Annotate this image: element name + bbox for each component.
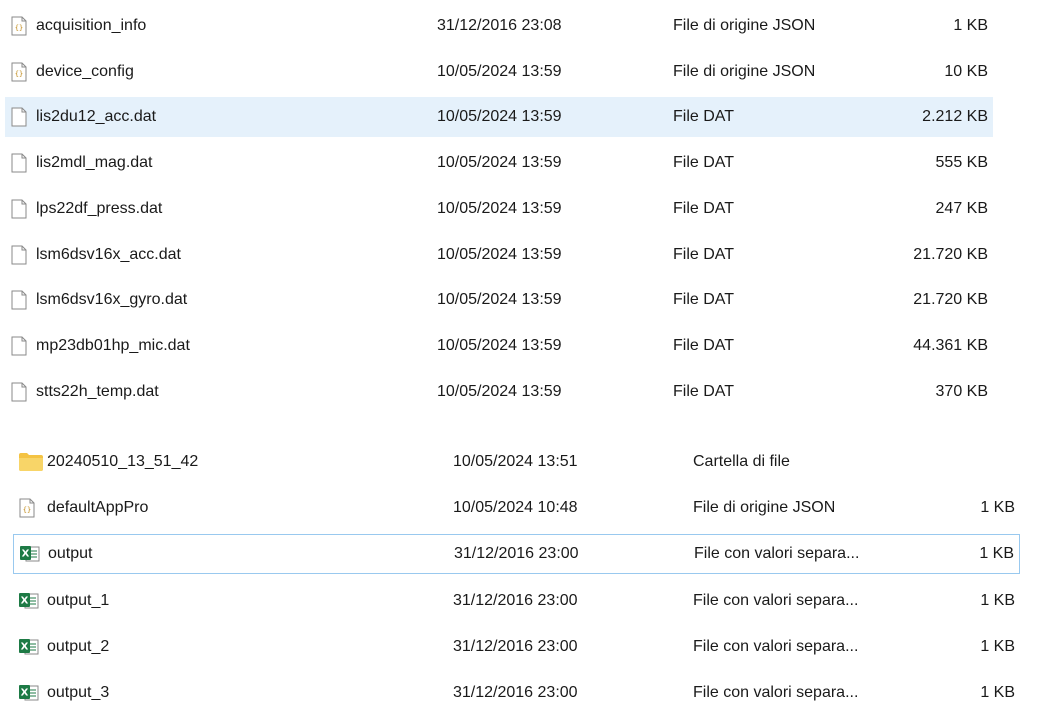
svg-text:X: X bbox=[22, 549, 30, 560]
generic-file-icon bbox=[11, 245, 27, 265]
file-modified-date: 31/12/2016 23:00 bbox=[454, 545, 579, 562]
file-size: 555 KB bbox=[935, 154, 988, 171]
svg-text:X: X bbox=[21, 688, 29, 699]
file-type: File DAT bbox=[673, 383, 735, 400]
file-type: File DAT bbox=[673, 200, 735, 217]
file-name: acquisition_info bbox=[36, 17, 147, 34]
file-modified-date: 10/05/2024 10:48 bbox=[453, 499, 578, 516]
file-type: File DAT bbox=[673, 154, 735, 171]
file-type: File di origine JSON bbox=[673, 63, 816, 80]
file-row[interactable]: lis2mdl_mag.dat 10/05/2024 13:59 File DAT 5… bbox=[5, 143, 993, 183]
file-size: 1 KB bbox=[953, 17, 988, 34]
file-row[interactable]: {} device_config 10/05/2024 13:59 File di o… bbox=[5, 52, 993, 92]
file-type: File di origine JSON bbox=[693, 499, 836, 516]
svg-text:{}: {} bbox=[15, 24, 23, 32]
file-row[interactable]: {} defaultAppPro 10/05/2024 10:48 File di o… bbox=[13, 488, 1020, 528]
file-row[interactable]: Xoutput_3 31/12/2016 23:00 File con valori… bbox=[13, 673, 1020, 713]
file-size: 2.212 KB bbox=[922, 108, 988, 125]
file-type: File con valori separa... bbox=[694, 545, 860, 562]
file-size: 370 KB bbox=[935, 383, 988, 400]
file-row[interactable]: {} acquisition_info 31/12/2016 23:08 File d… bbox=[5, 6, 993, 46]
file-name: lis2mdl_mag.dat bbox=[36, 154, 153, 171]
excel-csv-icon: X bbox=[19, 684, 39, 702]
json-file-icon: {} bbox=[11, 16, 27, 36]
file-row[interactable]: lps22df_press.dat 10/05/2024 13:59 File DA… bbox=[5, 189, 993, 229]
generic-file-icon bbox=[11, 336, 27, 356]
generic-file-icon bbox=[11, 153, 27, 173]
excel-csv-icon: X bbox=[20, 545, 40, 563]
file-type: File DAT bbox=[673, 337, 735, 354]
file-modified-date: 10/05/2024 13:59 bbox=[437, 383, 562, 400]
file-modified-date: 10/05/2024 13:59 bbox=[437, 337, 562, 354]
file-size: 1 KB bbox=[980, 592, 1015, 609]
file-name: 20240510_13_51_42 bbox=[47, 453, 199, 470]
file-type: File DAT bbox=[673, 108, 735, 125]
file-size: 21.720 KB bbox=[913, 291, 988, 308]
file-name: stts22h_temp.dat bbox=[36, 383, 159, 400]
file-name: lps22df_press.dat bbox=[36, 200, 163, 217]
json-file-icon: {} bbox=[11, 62, 27, 82]
file-size: 1 KB bbox=[980, 638, 1015, 655]
file-name: lis2du12_acc.dat bbox=[36, 108, 157, 125]
file-name: mp23db01hp_mic.dat bbox=[36, 337, 190, 354]
generic-file-icon bbox=[11, 107, 27, 127]
file-row[interactable]: mp23db01hp_mic.dat 10/05/2024 13:59 File D… bbox=[5, 326, 993, 366]
file-name: defaultAppPro bbox=[47, 499, 149, 516]
file-modified-date: 10/05/2024 13:59 bbox=[437, 200, 562, 217]
file-modified-date: 10/05/2024 13:51 bbox=[453, 453, 578, 470]
file-size: 1 KB bbox=[979, 545, 1014, 562]
file-name: output_2 bbox=[47, 638, 110, 655]
file-size: 21.720 KB bbox=[913, 246, 988, 263]
generic-file-icon bbox=[11, 290, 27, 310]
file-type: File DAT bbox=[673, 291, 735, 308]
file-row[interactable]: Xoutput_1 31/12/2016 23:00 File con valori… bbox=[13, 581, 1020, 621]
file-name: lsm6dsv16x_acc.dat bbox=[36, 246, 181, 263]
file-name: output_3 bbox=[47, 684, 110, 701]
svg-text:{}: {} bbox=[15, 70, 23, 78]
file-modified-date: 10/05/2024 13:59 bbox=[437, 108, 562, 125]
file-row[interactable]: lsm6dsv16x_gyro.dat 10/05/2024 13:59 File … bbox=[5, 280, 993, 320]
file-type: Cartella di file bbox=[693, 453, 790, 470]
file-modified-date: 31/12/2016 23:00 bbox=[453, 638, 578, 655]
file-row[interactable]: Xoutput 31/12/2016 23:00 File con valori s… bbox=[13, 534, 1020, 574]
file-modified-date: 31/12/2016 23:00 bbox=[453, 684, 578, 701]
excel-csv-icon: X bbox=[19, 592, 39, 610]
file-size: 10 KB bbox=[944, 63, 988, 80]
file-size: 1 KB bbox=[980, 684, 1015, 701]
file-modified-date: 31/12/2016 23:00 bbox=[453, 592, 578, 609]
excel-csv-icon: X bbox=[19, 638, 39, 656]
file-modified-date: 31/12/2016 23:08 bbox=[437, 17, 562, 34]
json-file-icon: {} bbox=[19, 498, 35, 518]
svg-text:{}: {} bbox=[23, 506, 31, 514]
file-modified-date: 10/05/2024 13:59 bbox=[437, 63, 562, 80]
file-row[interactable]: lis2du12_acc.dat 10/05/2024 13:59 File DAT… bbox=[5, 97, 993, 137]
file-modified-date: 10/05/2024 13:59 bbox=[437, 291, 562, 308]
file-size: 44.361 KB bbox=[913, 337, 988, 354]
file-type: File di origine JSON bbox=[673, 17, 816, 34]
file-name: output_1 bbox=[47, 592, 110, 609]
file-modified-date: 10/05/2024 13:59 bbox=[437, 246, 562, 263]
file-size: 1 KB bbox=[980, 499, 1015, 516]
file-row[interactable]: lsm6dsv16x_acc.dat 10/05/2024 13:59 File D… bbox=[5, 235, 993, 275]
file-row[interactable]: Xoutput_2 31/12/2016 23:00 File con valori… bbox=[13, 627, 1020, 667]
svg-text:X: X bbox=[21, 596, 29, 607]
svg-text:X: X bbox=[21, 642, 29, 653]
file-type: File con valori separa... bbox=[693, 638, 859, 655]
generic-file-icon bbox=[11, 199, 27, 219]
file-modified-date: 10/05/2024 13:59 bbox=[437, 154, 562, 171]
file-name: device_config bbox=[36, 63, 134, 80]
file-type: File con valori separa... bbox=[693, 684, 859, 701]
file-name: lsm6dsv16x_gyro.dat bbox=[36, 291, 188, 308]
file-row[interactable]: 20240510_13_51_42 10/05/2024 13:51 Cartell… bbox=[13, 442, 1020, 482]
folder-icon bbox=[19, 453, 43, 471]
file-name: output bbox=[48, 545, 93, 562]
generic-file-icon bbox=[11, 382, 27, 402]
file-type: File DAT bbox=[673, 246, 735, 263]
file-size: 247 KB bbox=[935, 200, 988, 217]
file-type: File con valori separa... bbox=[693, 592, 859, 609]
file-row[interactable]: stts22h_temp.dat 10/05/2024 13:59 File DAT… bbox=[5, 372, 993, 412]
